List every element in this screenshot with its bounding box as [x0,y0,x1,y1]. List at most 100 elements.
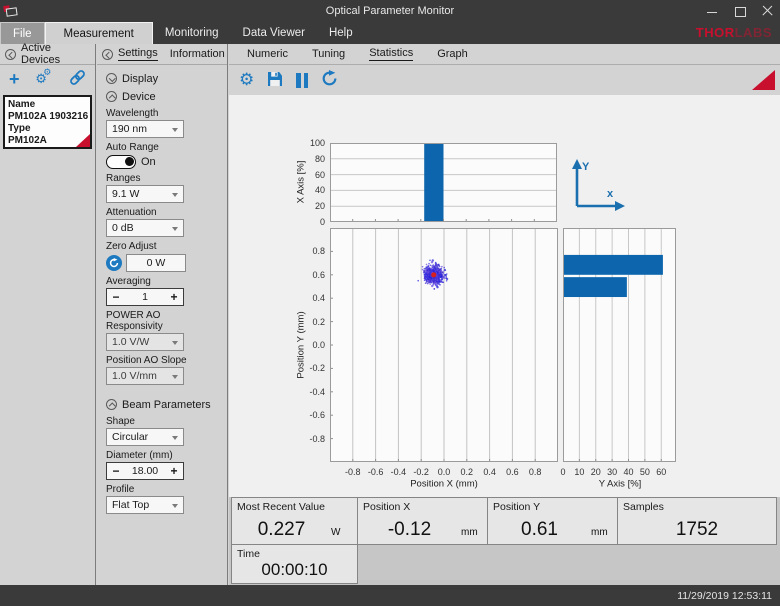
wavelength-select[interactable]: 190 nm [106,120,184,138]
power-ao-select[interactable]: 1.0 V/W [106,333,184,351]
position-ao-select[interactable]: 1.0 V/mm [106,367,184,385]
tab-settings[interactable]: Settings [118,47,158,61]
window-controls [706,0,774,22]
zero-adjust-icon[interactable] [106,255,122,271]
active-devices-panel: Active Devices + ⚙ ⚙ Name PM102A 1903216… [0,44,96,585]
shape-select[interactable]: Circular [106,428,184,446]
tab-graph[interactable]: Graph [437,48,468,60]
profile-label: Profile [106,484,218,495]
maximize-icon[interactable] [734,5,746,17]
position-y-panel: Position Y 0.61mm [487,497,618,545]
x-histogram-plot [330,143,557,222]
chevron-down-icon [172,193,178,197]
tab-information[interactable]: Information [170,48,225,60]
chevron-down-icon [172,375,178,379]
chevron-down-icon [172,227,178,231]
scatter-ytick-labels: 0.80.60.40.20.0-0.2-0.4-0.6-0.8 [303,228,327,462]
tab-numeric[interactable]: Numeric [247,48,288,60]
increment-button[interactable]: + [165,290,183,304]
yhist-axis-label: Y Axis [%] [599,479,642,490]
auto-range-label: Auto Range [106,142,218,153]
tab-tuning[interactable]: Tuning [312,48,345,60]
status-datetime: 11/29/2019 12:53:11 [677,590,772,602]
device-name-label: Name [8,99,87,111]
position-scatter-plot [330,228,558,462]
menu-monitoring[interactable]: Monitoring [153,22,231,44]
tab-statistics[interactable]: Statistics [369,47,413,61]
most-recent-value-panel: Most Recent Value 0.227W [231,497,358,545]
attenuation-select[interactable]: 0 dB [106,219,184,237]
chevron-down-icon [172,128,178,132]
app-logo-icon [3,4,20,18]
xy-orientation-icon: Y x [567,158,631,214]
shape-label: Shape [106,416,218,427]
connect-device-icon[interactable] [69,70,86,88]
add-device-icon[interactable]: + [9,71,20,87]
decrement-button[interactable]: − [107,464,125,478]
ranges-select[interactable]: 9.1 W [106,185,184,203]
menu-help[interactable]: Help [317,22,365,44]
save-icon[interactable] [267,71,283,90]
app-window: Optical Parameter Monitor File Measureme… [0,0,780,606]
menu-data-viewer[interactable]: Data Viewer [231,22,317,44]
chevron-down-icon [172,436,178,440]
menu-bar: File Measurement Monitoring Data Viewer … [0,22,780,44]
samples-panel: Samples 1752 [617,497,777,545]
zero-adjust-value[interactable]: 0 W [126,254,186,272]
increment-button[interactable]: + [165,464,183,478]
device-card[interactable]: Name PM102A 1903216 Type PM102A [3,95,92,149]
section-beam-parameters[interactable]: Beam Parameters [106,397,218,412]
window-title: Optical Parameter Monitor [0,5,780,17]
configure-devices-icon[interactable]: ⚙ ⚙ [35,71,53,87]
diameter-stepper[interactable]: − 18.00 + [106,462,184,480]
unit-label: mm [591,527,617,538]
wavelength-label: Wavelength [106,108,218,119]
device-name-value: PM102A 1903216 [8,111,87,123]
auto-range-state: On [141,156,156,168]
chevron-up-icon [106,399,117,410]
time-value: 00:00:10 [232,560,357,580]
reset-icon[interactable] [321,70,338,90]
decrement-button[interactable]: − [107,290,125,304]
unit-label: W [331,527,357,538]
position-y-value: 0.61 [488,519,591,541]
profile-select[interactable]: Flat Top [106,496,184,514]
measurement-tabs: Numeric Tuning Statistics Graph [229,44,780,65]
samples-value: 1752 [618,519,776,541]
main-panel: Numeric Tuning Statistics Graph ⚙ X Axis… [229,44,780,585]
y-axis-arrow-label: Y [582,161,589,173]
title-bar: Optical Parameter Monitor [0,0,780,22]
averaging-stepper[interactable]: − 1 + [106,288,184,306]
statistics-charts: X Axis [%] 020406080100 Y x Position Y (… [229,95,780,497]
close-icon[interactable] [762,5,774,17]
chart-settings-icon[interactable]: ⚙ [239,72,254,89]
collapse-panel-icon[interactable] [102,49,113,60]
section-device[interactable]: Device [106,89,218,104]
time-panel: Time 00:00:10 [231,544,358,584]
position-x-value: -0.12 [358,519,461,541]
pause-icon[interactable] [296,73,308,88]
settings-panel: Settings Information Display Device Wave… [97,44,228,585]
section-display[interactable]: Display [106,71,218,86]
zero-adjust-label: Zero Adjust [106,241,218,252]
active-devices-title: Active Devices [21,42,90,66]
y-histogram-plot [563,228,676,462]
scatter-xtick-labels: -0.8-0.6-0.4-0.20.00.20.40.60.8 [330,467,558,479]
power-ao-label: POWER AO Responsivity [106,310,218,332]
most-recent-value: 0.227 [232,519,331,541]
thorlabs-logo: THORLABS [696,25,772,40]
collapse-panel-icon[interactable] [5,49,16,60]
menu-file[interactable]: File [0,22,45,44]
minimize-icon[interactable] [706,5,718,17]
menu-measurement[interactable]: Measurement [45,22,153,44]
statistics-toolbar: ⚙ [229,65,780,95]
auto-range-toggle[interactable] [106,155,136,169]
active-devices-header: Active Devices [0,44,95,65]
chevron-down-icon [172,341,178,345]
readout-strip: Most Recent Value 0.227W Position X -0.1… [229,497,780,585]
yhist-xtick-labels: 0102030405060 [563,467,676,479]
diameter-label: Diameter (mm) [106,450,218,461]
device-actions-toolbar: + ⚙ ⚙ [0,65,95,93]
attenuation-label: Attenuation [106,207,218,218]
chevron-up-icon [106,91,117,102]
